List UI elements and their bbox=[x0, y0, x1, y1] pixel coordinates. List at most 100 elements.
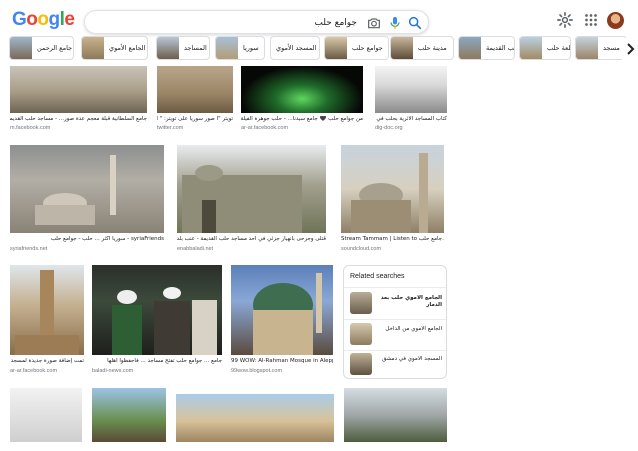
related-search-item[interactable]: الجامع الاموي حلب بعد الدمار bbox=[348, 292, 444, 316]
chip-thumbnail bbox=[157, 37, 179, 59]
result-image[interactable] bbox=[375, 66, 447, 113]
chip-label: جوامع حلب bbox=[352, 44, 383, 52]
mosque-dome-illustration bbox=[35, 155, 116, 225]
result-source: baladi-news.com bbox=[92, 368, 134, 374]
related-chips-bar: جامع الرحمن الجامع الأموي المساجد سوريا … bbox=[0, 34, 638, 62]
chip[interactable]: سوريا bbox=[215, 36, 265, 60]
related-thumbnail bbox=[350, 353, 372, 375]
search-input[interactable] bbox=[97, 14, 357, 31]
chip[interactable]: المساجد bbox=[156, 36, 210, 60]
chevron-right-icon bbox=[627, 43, 635, 55]
logo-letter: o bbox=[37, 9, 49, 30]
related-thumbnail bbox=[350, 292, 372, 314]
result-caption[interactable]: 99 WOW: Al-Rahman Mosque in Aleppo bbox=[231, 358, 333, 364]
divider bbox=[344, 319, 446, 320]
related-label: الجامع الاموي حلب بعد الدمار bbox=[380, 295, 442, 308]
result-source: ar-ar.facebook.com bbox=[10, 368, 58, 374]
search-box[interactable] bbox=[84, 10, 429, 34]
ruined-wall-illustration bbox=[182, 165, 302, 233]
chip-thumbnail bbox=[459, 37, 481, 59]
result-source: enabbaladi.net bbox=[177, 246, 214, 252]
divider bbox=[344, 287, 446, 288]
logo-letter: o bbox=[26, 9, 38, 30]
result-image[interactable] bbox=[231, 265, 333, 355]
chip-thumbnail bbox=[520, 37, 542, 59]
result-image[interactable] bbox=[344, 388, 447, 442]
chips-next-button[interactable] bbox=[622, 38, 638, 60]
chip-label: قلعة حلب bbox=[547, 44, 571, 52]
chip-thumbnail bbox=[576, 37, 598, 59]
chip[interactable]: قلعة حلب bbox=[519, 36, 571, 60]
chip[interactable]: جوامع حلب bbox=[324, 36, 389, 60]
microphone-icon[interactable] bbox=[387, 15, 403, 31]
result-source: twitter.com bbox=[157, 125, 184, 131]
chip-label: مسجد bbox=[603, 44, 620, 52]
result-image[interactable] bbox=[10, 388, 82, 442]
chip[interactable]: مسجد bbox=[575, 36, 627, 60]
chip[interactable]: جامع الرحمن bbox=[9, 36, 74, 60]
chip-thumbnail bbox=[325, 37, 347, 59]
related-searches-title: Related searches bbox=[350, 273, 405, 280]
result-image[interactable] bbox=[92, 388, 166, 442]
related-label: الجامع الاموي من الداخل bbox=[385, 326, 442, 332]
settings-gear-icon[interactable] bbox=[556, 11, 574, 29]
apps-grid-icon[interactable] bbox=[582, 11, 600, 29]
result-source: 99wow.blogspot.com bbox=[231, 368, 283, 374]
chip-label: المسجد الأموي bbox=[276, 44, 317, 52]
result-image[interactable] bbox=[10, 265, 84, 355]
search-icon[interactable] bbox=[407, 15, 423, 31]
result-image[interactable] bbox=[157, 66, 233, 113]
result-caption[interactable]: قتلى وجرحى بانهيار جزئي في أحد مساجد حلب… bbox=[177, 236, 326, 242]
chip-label: حلب القديمة bbox=[486, 44, 514, 52]
logo-letter: G bbox=[12, 9, 27, 30]
result-caption[interactable]: تويتر "ا صور سوريا على تويتر: " أحد ... bbox=[157, 116, 233, 122]
chip-thumbnail bbox=[391, 37, 413, 59]
chip[interactable]: الجامع الأموي bbox=[81, 36, 148, 60]
minaret-illustration bbox=[15, 270, 79, 355]
result-image[interactable] bbox=[177, 145, 326, 233]
chip-label: المساجد bbox=[184, 44, 207, 52]
result-image[interactable] bbox=[10, 66, 147, 113]
divider bbox=[344, 350, 446, 351]
result-caption[interactable]: جامع ... جوامع حلب تفتح مساجد ... فاحفظو… bbox=[92, 358, 222, 364]
related-search-item[interactable]: المسجد الاموي في دمشق bbox=[348, 353, 444, 377]
related-searches-card: Related searches الجامع الاموي حلب بعد ا… bbox=[343, 265, 447, 379]
result-source: syriafriends.net bbox=[10, 246, 48, 252]
related-label: المسجد الاموي في دمشق bbox=[382, 356, 442, 362]
people-gathering-illustration bbox=[112, 287, 217, 355]
chip-label: الجامع الأموي bbox=[109, 44, 146, 52]
chip[interactable]: المسجد الأموي bbox=[270, 36, 320, 60]
result-image[interactable] bbox=[10, 145, 164, 233]
chip-label: جامع الرحمن bbox=[37, 44, 73, 52]
chip-thumbnail bbox=[216, 37, 238, 59]
logo-letter: e bbox=[64, 9, 75, 30]
result-caption[interactable]: من جوامع حلب 🖤 جامع سيدنا... - حلب جوهرة… bbox=[241, 116, 363, 122]
result-caption[interactable]: Stream Tammam | Listen to جامع حلب... bbox=[341, 236, 444, 242]
result-caption[interactable]: تمت إضافة صورة جديدة لمسجد bbox=[10, 358, 84, 364]
chip-label: مدينة حلب bbox=[418, 44, 447, 52]
related-thumbnail bbox=[350, 323, 372, 345]
google-logo[interactable]: Google bbox=[12, 9, 75, 31]
result-image[interactable] bbox=[241, 66, 363, 113]
result-source: dig-doc.org bbox=[375, 125, 403, 131]
minaret-illustration bbox=[351, 153, 428, 233]
result-source: ar-ar.facebook.com bbox=[241, 125, 289, 131]
green-dome-mosque-illustration bbox=[253, 273, 322, 355]
result-source: soundcloud.com bbox=[341, 246, 382, 252]
chip-thumbnail bbox=[82, 37, 104, 59]
chip-label: سوريا bbox=[243, 44, 259, 52]
result-caption[interactable]: جامع السلطانية قبلة معجم عدة صور... - مس… bbox=[10, 116, 147, 122]
result-source: m.facebook.com bbox=[10, 125, 51, 131]
account-avatar[interactable] bbox=[607, 12, 624, 29]
chip[interactable]: حلب القديمة bbox=[458, 36, 515, 60]
result-image[interactable] bbox=[341, 145, 444, 233]
result-image[interactable] bbox=[176, 394, 334, 442]
logo-letter: g bbox=[48, 9, 61, 30]
related-search-item[interactable]: الجامع الاموي من الداخل bbox=[348, 323, 444, 347]
result-caption[interactable]: كتاب المساجد الأثرية بحلب في مساجد... bbox=[375, 116, 447, 122]
chip[interactable]: مدينة حلب bbox=[390, 36, 454, 60]
camera-icon[interactable] bbox=[366, 15, 382, 31]
result-image[interactable] bbox=[92, 265, 222, 355]
chip-thumbnail bbox=[10, 37, 32, 59]
